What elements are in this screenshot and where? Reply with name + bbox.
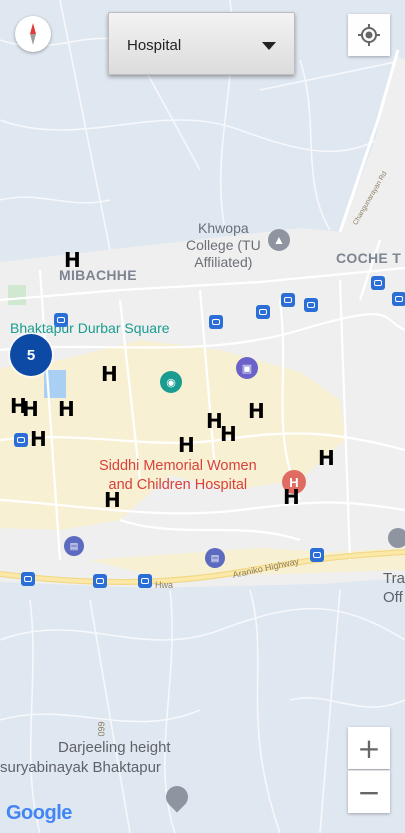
hospital-marker[interactable]: H: [178, 435, 195, 455]
khwopa-line-3: Affiliated): [194, 254, 253, 270]
bus-stop-icon[interactable]: [310, 548, 324, 562]
label-darjeeling: Darjeeling height: [58, 739, 171, 756]
label-suryabinayak: suryabinayak Bhaktapur: [0, 759, 161, 776]
hospital-marker[interactable]: H: [101, 364, 118, 384]
bus-stop-icon[interactable]: [14, 433, 28, 447]
label-road-099: 099: [96, 721, 107, 737]
bus-stop-icon[interactable]: [209, 315, 223, 329]
hospital-marker[interactable]: H: [30, 429, 47, 449]
bus-stop-icon[interactable]: [281, 293, 295, 307]
hospital-marker[interactable]: H: [104, 490, 121, 510]
hospital-marker[interactable]: H: [64, 250, 81, 270]
hospital-marker[interactable]: H: [318, 448, 335, 468]
tra-line-1: Tra: [383, 570, 405, 587]
shopping-pin-icon-2[interactable]: ▤: [205, 548, 225, 568]
place-type-dropdown[interactable]: Hospital: [108, 12, 295, 75]
zoom-out-button[interactable]: −: [348, 770, 390, 813]
compass-icon: [30, 23, 36, 45]
museum-icon[interactable]: ▣: [236, 357, 258, 379]
bus-stop-icon[interactable]: [54, 313, 68, 327]
hospital-marker[interactable]: H: [248, 401, 265, 421]
my-location-button[interactable]: [348, 14, 390, 56]
label-tra: Tra Off: [383, 569, 405, 607]
khwopa-line-1: Khwopa: [198, 220, 249, 236]
hospital-marker[interactable]: H: [220, 424, 237, 444]
label-hwa: Hwa: [155, 580, 174, 590]
bus-stop-icon[interactable]: [21, 572, 35, 586]
shopping-pin-icon[interactable]: ▤: [64, 536, 84, 556]
label-coche: COCHE T: [336, 250, 402, 266]
place-pin-icon-2[interactable]: [388, 528, 405, 548]
google-logo: Google: [6, 802, 72, 824]
hospital-marker[interactable]: H: [58, 399, 75, 419]
bus-stop-icon[interactable]: [93, 574, 107, 588]
chevron-down-icon: [262, 42, 276, 50]
crosshair-icon: [358, 24, 380, 46]
hospital-marker[interactable]: H: [283, 487, 300, 507]
hospital-marker[interactable]: H: [22, 399, 39, 419]
hospital-line-2: and Children Hospital: [108, 477, 248, 493]
bus-stop-icon[interactable]: [138, 574, 152, 588]
bus-stop-icon[interactable]: [256, 305, 270, 319]
dropdown-selected-value: Hospital: [127, 37, 182, 54]
hospital-line-1: Siddhi Memorial Women: [99, 458, 257, 474]
camera-icon[interactable]: ◉: [160, 371, 182, 393]
tra-line-2: Off: [383, 589, 403, 606]
zoom-in-button[interactable]: +: [348, 727, 390, 769]
label-khwopa-college[interactable]: Khwopa College (TU Affiliated): [186, 220, 261, 271]
label-siddhi-hospital[interactable]: Siddhi Memorial Women and Children Hospi…: [99, 457, 257, 495]
khwopa-line-2: College (TU: [186, 237, 261, 253]
graduation-cap-icon[interactable]: ▲: [268, 229, 290, 251]
bus-stop-icon[interactable]: [371, 276, 385, 290]
bus-stop-icon[interactable]: [392, 292, 405, 306]
bus-stop-icon[interactable]: [304, 298, 318, 312]
compass-button[interactable]: [15, 16, 51, 52]
marker-cluster[interactable]: 5: [10, 334, 52, 376]
